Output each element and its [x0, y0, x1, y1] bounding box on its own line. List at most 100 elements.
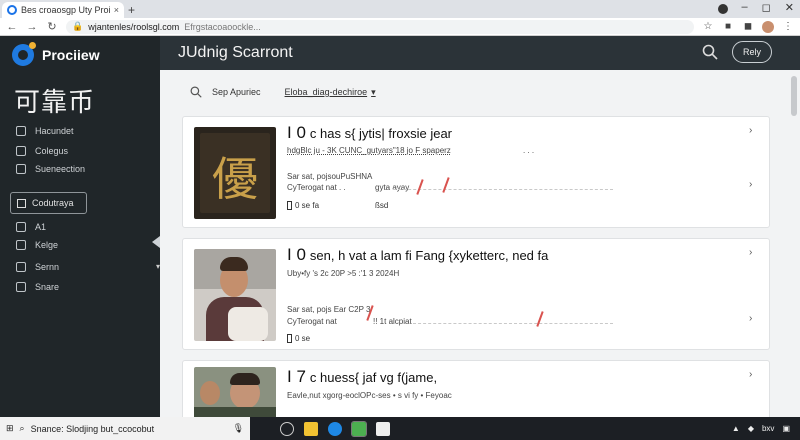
account-dot-icon[interactable] — [717, 4, 728, 14]
menu-kebab-icon[interactable]: ⋮ — [782, 21, 794, 32]
clock[interactable]: bxv — [762, 424, 774, 433]
sidebar-item-label: A1 — [35, 222, 47, 232]
store-icon[interactable] — [376, 421, 390, 436]
star-icon[interactable]: ☆ — [702, 21, 714, 32]
extension-icon[interactable]: ■ — [722, 21, 734, 32]
url-path: Efrgstacoaoockle... — [184, 21, 261, 32]
taskbar-apps — [280, 420, 390, 437]
forward-icon[interactable]: → — [26, 21, 38, 33]
filter-dropdown[interactable]: Eloba_diag-dechiroe ▾ — [285, 87, 376, 98]
card-title[interactable]: I 7c huess{ jaf vg f(jame, — [287, 367, 437, 387]
sidebar-item-snare[interactable]: Snare — [16, 282, 59, 292]
taskbar-search-text: Snance: Slodjing but_ccocobut — [30, 423, 155, 434]
shield-icon — [16, 240, 26, 250]
sidebar-item-a1[interactable]: A1 — [16, 222, 46, 232]
chevron-right-icon[interactable]: › — [749, 125, 752, 136]
card-subtitle: Eavle,nut xgorg-eoclOPc-ses • s vi fy • … — [287, 391, 452, 400]
sidebar-item-sernn[interactable]: Sernn — [16, 262, 59, 272]
minimize-button[interactable]: ‒ — [742, 1, 748, 14]
browser-tab[interactable]: Bes croaosgp Uty Proiviewr × — [2, 2, 124, 18]
browser-tabstrip: Bes croaosgp Uty Proiviewr × + ‒ ◻ ✕ — [0, 0, 800, 18]
profile-avatar[interactable] — [762, 20, 774, 33]
close-tab-icon[interactable]: × — [114, 5, 119, 15]
card-thumbnail: 優 — [194, 127, 276, 219]
card-meta-line: !! 1t alcpiat — [373, 317, 412, 326]
card-meta-line: CyTerogat nat — [287, 317, 337, 326]
filter-dropdown-label: Eloba_diag-dechiroe — [284, 87, 368, 97]
red-marker — [442, 177, 450, 193]
compose-icon — [17, 198, 26, 208]
card-meta-line: gyta ayay — [375, 183, 410, 192]
card-subtitle: Uby•fy 's 2c 20P >5 :'1 3 2024H — [287, 269, 400, 278]
app-header: JUdnig Scarront Rely — [160, 36, 800, 70]
windows-start-icon[interactable]: ⊞ — [6, 423, 14, 434]
card-meta-line: CyTerogat nat . . — [287, 183, 346, 192]
divider — [413, 323, 613, 324]
reply-button[interactable]: Rely — [732, 41, 772, 63]
back-icon[interactable]: ← — [6, 21, 18, 33]
main-content: Sep Apuriec Eloba_diag-dechiroe ▾ 優 I 0c… — [160, 70, 800, 417]
network-icon[interactable]: ▲ — [732, 424, 740, 433]
card-title[interactable]: I 0c has s{ jytis| froxsie jear — [287, 123, 452, 143]
brand-name: Prociiew — [42, 47, 100, 63]
sidebar-cjk-title: 可靠币 — [14, 87, 96, 117]
file-explorer-icon[interactable] — [304, 421, 318, 436]
volume-icon[interactable]: ◆ — [748, 424, 754, 433]
microphone-icon[interactable]: 🎙 — [233, 423, 244, 434]
search-icon: ⌕ — [19, 423, 25, 433]
sidebar: Prociiew 可靠币 Hacundet Colegus Sueneectio… — [0, 36, 160, 417]
url-field[interactable]: 🔒 wjantenles/roolsgl.com Efrgstacoaoockl… — [66, 19, 694, 34]
lock-icon: 🔒 — [72, 21, 84, 31]
favicon-icon — [7, 5, 17, 15]
filter-toolbar: Sep Apuriec Eloba_diag-dechiroe ▾ — [190, 86, 376, 98]
card-stat: ßsd — [375, 201, 389, 210]
profile-ext-icon[interactable]: ◼ — [742, 21, 754, 32]
sidebar-item-colegus[interactable]: Colegus — [16, 146, 68, 156]
chevron-right-icon[interactable]: › — [749, 179, 752, 190]
list-item[interactable]: I 7c huess{ jaf vg f(jame, Eavle,nut xgo… — [182, 360, 770, 417]
card-title[interactable]: I 0 sen, h vat a lam fi Fang {xyketterc, … — [287, 245, 548, 265]
red-marker — [536, 311, 544, 327]
os-taskbar: ⊞ ⌕ Snance: Slodjing but_ccocobut 🎙 ▲ ◆ … — [0, 417, 800, 440]
edge-icon[interactable] — [328, 421, 342, 436]
task-view-icon[interactable] — [280, 421, 294, 436]
search-label[interactable]: Sep Apuriec — [212, 87, 261, 97]
list-item[interactable]: I 0 sen, h vat a lam fi Fang {xyketterc, … — [182, 238, 770, 350]
card-subtitle-dots: . . . — [523, 146, 535, 155]
new-tab-button[interactable]: + — [128, 3, 135, 17]
sidebar-item-label: Sernn — [35, 262, 60, 272]
chevron-right-icon[interactable]: › — [749, 247, 752, 258]
sidebar-item-label: Kelge — [35, 240, 59, 250]
text-icon — [16, 164, 26, 174]
reload-icon[interactable]: ↻ — [46, 20, 58, 33]
brand-logo-icon — [12, 42, 36, 66]
notification-icon[interactable]: ▣ — [782, 424, 790, 433]
sidebar-item-hacundet[interactable]: Hacundet — [16, 126, 74, 136]
search-icon[interactable] — [702, 44, 718, 60]
monitor-icon — [16, 146, 26, 156]
sidebar-action-button[interactable]: Codutraya — [10, 192, 87, 214]
divider — [393, 189, 613, 190]
sidebar-item-label: Hacundet — [35, 126, 74, 136]
maximize-button[interactable]: ◻ — [762, 1, 771, 14]
caret-down-icon: ▾ — [371, 86, 376, 97]
list-item[interactable]: 優 I 0c has s{ jytis| froxsie jear hdgBlc… — [182, 116, 770, 228]
sidebar-item-sueneection[interactable]: Sueneection — [16, 164, 85, 174]
chevron-right-icon[interactable]: › — [749, 313, 752, 324]
scrollbar[interactable] — [790, 70, 798, 417]
app-window: Prociiew 可靠币 Hacundet Colegus Sueneectio… — [0, 36, 800, 417]
chrome-icon[interactable] — [351, 420, 367, 437]
close-window-button[interactable]: ✕ — [785, 1, 794, 14]
address-bar: ← → ↻ 🔒 wjantenles/roolsgl.com Efrgstaco… — [0, 18, 800, 36]
card-meta-line: Sar sat, pojs Ear C2P 3 — [287, 305, 371, 314]
tab-title: Bes croaosgp Uty Proiviewr — [21, 5, 110, 15]
card-subtitle: hdgBlc ju - 3K CUNC_gutyars"18 jo F spap… — [287, 146, 451, 155]
chevron-right-icon[interactable]: › — [749, 369, 752, 380]
search-icon[interactable] — [190, 86, 202, 98]
brand[interactable]: Prociiew — [12, 42, 100, 66]
grid-icon — [16, 126, 26, 136]
window-controls: ‒ ◻ ✕ — [717, 1, 794, 14]
scrollbar-thumb[interactable] — [791, 76, 797, 116]
sidebar-item-kelge[interactable]: Kelge — [16, 240, 58, 250]
taskbar-search[interactable]: ⊞ ⌕ Snance: Slodjing but_ccocobut 🎙 — [0, 417, 250, 440]
